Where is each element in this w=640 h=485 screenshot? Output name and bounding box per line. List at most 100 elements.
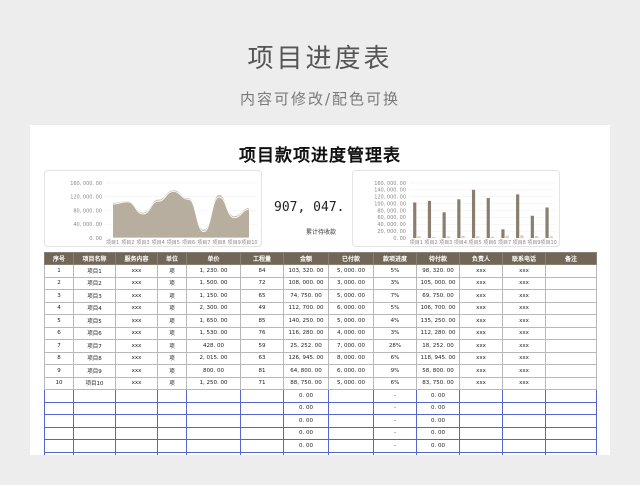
table-cell[interactable]: 1, 230. 00 — [186, 264, 241, 278]
table-cell[interactable] — [545, 314, 597, 328]
table-cell[interactable] — [459, 426, 503, 440]
table-cell[interactable]: xxx — [459, 289, 503, 303]
table-cell[interactable]: xxx — [459, 314, 503, 328]
table-cell[interactable]: 3% — [373, 326, 417, 340]
table-cell[interactable]: 项目2 — [73, 276, 116, 290]
table-cell[interactable] — [459, 401, 503, 415]
table-cell[interactable] — [545, 414, 597, 428]
table-cell[interactable]: 103, 320. 00 — [283, 264, 329, 278]
table-cell[interactable] — [502, 401, 546, 415]
table-cell[interactable]: 3% — [373, 276, 417, 290]
table-cell[interactable]: 85 — [240, 314, 284, 328]
table-cell[interactable]: xxx — [459, 364, 503, 378]
table-cell[interactable]: 25, 252. 00 — [283, 339, 329, 353]
table-cell[interactable]: 5% — [373, 264, 417, 278]
table-cell[interactable]: 7% — [373, 289, 417, 303]
table-cell[interactable] — [44, 426, 74, 440]
table-cell[interactable] — [545, 376, 597, 390]
table-cell[interactable]: 800. 00 — [186, 364, 241, 378]
table-cell[interactable]: 28% — [373, 339, 417, 353]
table-cell[interactable]: 9 — [44, 364, 74, 378]
table-cell[interactable]: 5, 000. 00 — [328, 314, 374, 328]
table-cell[interactable]: 项 — [157, 326, 187, 340]
column-header[interactable]: 金额 — [283, 252, 329, 265]
table-cell[interactable]: 0. 00 — [416, 389, 460, 403]
table-cell[interactable]: 4, 000. 00 — [328, 326, 374, 340]
table-cell[interactable] — [44, 389, 74, 403]
table-cell[interactable] — [545, 301, 597, 315]
table-cell[interactable] — [186, 451, 241, 455]
table-cell[interactable]: 0. 00 — [416, 414, 460, 428]
table-cell[interactable]: 1, 150. 00 — [186, 289, 241, 303]
table-cell[interactable]: 1, 500. 00 — [186, 276, 241, 290]
table-cell[interactable]: 项 — [157, 276, 187, 290]
table-cell[interactable] — [545, 351, 597, 365]
table-cell[interactable] — [44, 414, 74, 428]
table-cell[interactable]: 18, 252. 00 — [416, 339, 460, 353]
table-cell[interactable]: 0. 00 — [416, 451, 460, 455]
table-cell[interactable]: xxx — [115, 351, 158, 365]
table-cell[interactable]: - — [373, 389, 417, 403]
table-cell[interactable]: 65 — [240, 289, 284, 303]
table-cell[interactable]: 6% — [373, 351, 417, 365]
table-cell[interactable] — [73, 439, 116, 453]
table-cell[interactable]: xxx — [459, 301, 503, 315]
table-cell[interactable] — [502, 426, 546, 440]
table-cell[interactable]: 项目4 — [73, 301, 116, 315]
table-cell[interactable] — [502, 414, 546, 428]
table-cell[interactable] — [115, 389, 158, 403]
table-cell[interactable]: 428. 00 — [186, 339, 241, 353]
table-cell[interactable]: 5% — [373, 301, 417, 315]
table-cell[interactable]: 项目7 — [73, 339, 116, 353]
table-cell[interactable]: 106, 700. 00 — [416, 301, 460, 315]
table-cell[interactable] — [240, 426, 284, 440]
table-cell[interactable]: 9% — [373, 364, 417, 378]
table-cell[interactable]: 64, 800. 00 — [283, 364, 329, 378]
table-cell[interactable]: 8, 000. 00 — [328, 351, 374, 365]
column-header[interactable]: 工程量 — [240, 252, 284, 265]
table-cell[interactable]: 98, 320. 00 — [416, 264, 460, 278]
column-header[interactable]: 单位 — [157, 252, 187, 265]
table-cell[interactable]: 2, 015. 00 — [186, 351, 241, 365]
table-cell[interactable]: 0. 00 — [283, 426, 329, 440]
table-cell[interactable]: xxx — [115, 339, 158, 353]
table-cell[interactable]: 4 — [44, 301, 74, 315]
table-cell[interactable]: 项目10 — [73, 376, 116, 390]
table-cell[interactable]: xxx — [459, 351, 503, 365]
table-cell[interactable]: 项 — [157, 376, 187, 390]
table-cell[interactable]: xxx — [502, 264, 546, 278]
table-cell[interactable] — [186, 439, 241, 453]
table-cell[interactable] — [186, 426, 241, 440]
table-cell[interactable] — [502, 439, 546, 453]
table-cell[interactable]: 0. 00 — [416, 439, 460, 453]
column-header[interactable]: 备注 — [545, 252, 597, 265]
table-cell[interactable] — [186, 389, 241, 403]
table-cell[interactable]: 83, 750. 00 — [416, 376, 460, 390]
table-cell[interactable]: 0. 00 — [416, 401, 460, 415]
table-cell[interactable]: xxx — [115, 289, 158, 303]
table-cell[interactable] — [459, 389, 503, 403]
table-cell[interactable]: 1 — [44, 264, 74, 278]
table-cell[interactable] — [115, 426, 158, 440]
table-cell[interactable]: 49 — [240, 301, 284, 315]
table-cell[interactable]: 0. 00 — [283, 414, 329, 428]
table-cell[interactable] — [115, 439, 158, 453]
table-cell[interactable] — [328, 451, 374, 455]
table-cell[interactable]: xxx — [502, 326, 546, 340]
table-cell[interactable] — [459, 414, 503, 428]
table-cell[interactable] — [157, 401, 187, 415]
table-cell[interactable] — [545, 451, 597, 455]
table-cell[interactable]: 105, 000. 00 — [416, 276, 460, 290]
table-cell[interactable]: 2, 300. 00 — [186, 301, 241, 315]
table-cell[interactable]: 项目3 — [73, 289, 116, 303]
table-cell[interactable]: - — [373, 439, 417, 453]
table-cell[interactable] — [240, 414, 284, 428]
table-cell[interactable] — [545, 389, 597, 403]
table-cell[interactable]: 0. 00 — [416, 426, 460, 440]
table-cell[interactable]: 6% — [373, 376, 417, 390]
table-cell[interactable]: 72 — [240, 276, 284, 290]
table-cell[interactable]: 69, 750. 00 — [416, 289, 460, 303]
table-cell[interactable]: xxx — [459, 276, 503, 290]
table-cell[interactable]: 6, 000. 00 — [328, 364, 374, 378]
table-cell[interactable]: - — [373, 401, 417, 415]
